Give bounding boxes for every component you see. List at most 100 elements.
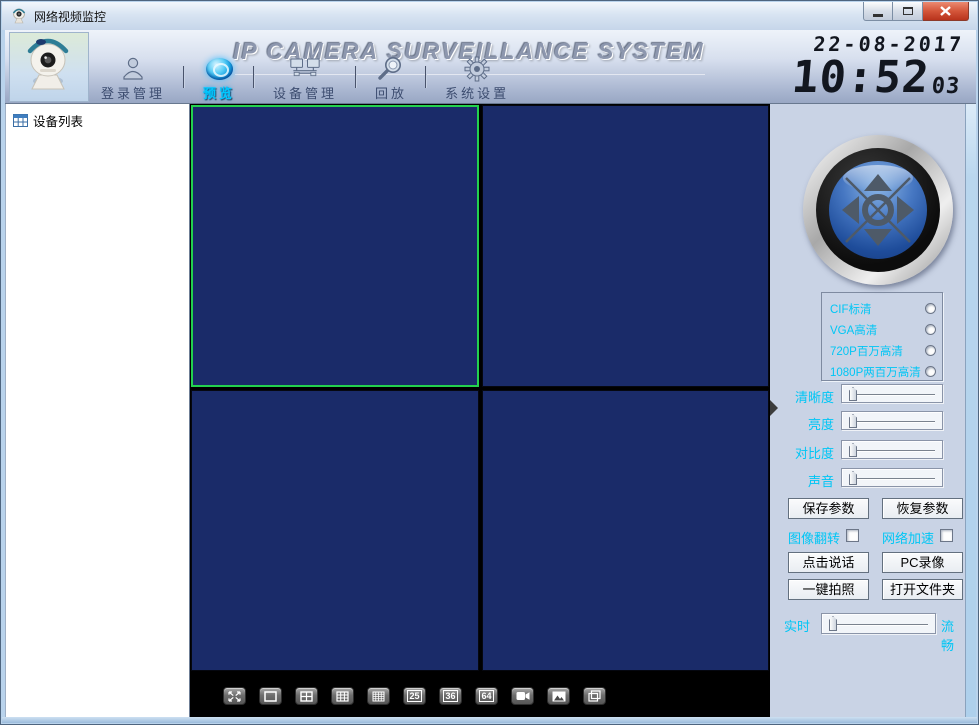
save-params-button[interactable]: 保存参数 [788,498,869,519]
contrast-label: 对比度 [794,446,834,461]
expand-view-button[interactable] [223,687,246,705]
device-list-root[interactable]: 设备列表 [6,104,189,130]
window-title: 网络视频监控 [34,9,107,24]
ptz-right-arrow [897,196,914,224]
resolution-option-720p[interactable]: 720P百万高清 [830,340,936,361]
preview-lens-icon [204,55,234,82]
brightness-slider[interactable] [841,411,943,430]
title-bar[interactable]: 网络视频监控 [2,2,977,30]
video-pane-2[interactable] [481,105,769,387]
layout-16-button[interactable] [367,687,390,705]
layout-25-button[interactable]: 25 [403,687,426,705]
slider-thumb[interactable] [849,471,857,485]
open-folder-button[interactable]: 打开文件夹 [882,579,963,600]
resolution-option-cif[interactable]: CIF标清 [830,298,936,319]
device-tree-panel: 设备列表 [5,104,190,719]
device-list-label: 设备列表 [33,115,84,129]
nav-label: 设备管理 [273,86,338,101]
close-button[interactable] [923,2,969,21]
ptz-pad [829,161,927,259]
layout-4-icon [300,690,313,702]
nav-playback[interactable]: 回放 [365,55,417,102]
video-grid [190,104,770,673]
resolution-box: CIF标清 VGA高清 720P百万高清 1080P两百万高清 [821,292,943,381]
layout-36-button[interactable]: 36 [439,687,462,705]
layout-toolbar: 25 36 64 [190,673,770,719]
minimize-icon [873,13,883,17]
layout-4-button[interactable] [295,687,318,705]
toolbar-separator [355,66,358,88]
sharpness-label: 清晰度 [794,390,834,405]
ptz-left-arrow [842,196,859,224]
contrast-slider[interactable] [841,440,943,459]
minimize-button[interactable] [863,2,893,21]
volume-slider[interactable] [841,468,943,487]
frames-icon [588,690,601,702]
slider-thumb[interactable] [849,387,857,401]
nav-label: 登录管理 [101,86,166,101]
layout-36-label: 36 [442,690,458,702]
app-logo [9,32,89,102]
fullscreen-button[interactable] [583,687,606,705]
resolution-label: CIF标清 [830,303,872,316]
ptz-joystick[interactable] [803,135,953,285]
radio-720p[interactable] [925,345,936,356]
pc-record-button[interactable]: PC录像 [882,552,963,573]
video-pane-1[interactable] [191,105,479,387]
image-flip-label: 图像翻转 [788,531,841,546]
resolution-option-vga[interactable]: VGA高清 [830,319,936,340]
talk-button[interactable]: 点击说话 [788,552,869,573]
monitors-icon [290,55,320,82]
nav-label: 回放 [375,86,408,101]
nav-login-management[interactable]: 登录管理 [91,55,175,102]
video-pane-3[interactable] [191,389,479,671]
resolution-label: VGA高清 [830,324,878,337]
maximize-icon [902,7,913,15]
webcam-logo-icon [27,38,69,90]
app-window: 网络视频监控 IP CAMERA SURVEILLANCE SYSTEM 登录管… [0,0,979,725]
picture-icon [552,691,565,701]
stream-slider[interactable] [821,613,936,634]
nav-preview[interactable]: 预览 [193,55,245,102]
layout-1-icon [264,690,277,702]
layout-64-button[interactable]: 64 [475,687,498,705]
slider-thumb[interactable] [849,414,857,428]
clock-time: 10:52 [789,52,932,103]
user-icon [118,55,148,82]
nav-system-settings[interactable]: 系统设置 [435,55,519,102]
close-icon [940,6,951,16]
radio-vga[interactable] [925,324,936,335]
radio-cif[interactable] [925,303,936,314]
slider-thumb[interactable] [829,616,837,631]
radio-1080p[interactable] [925,366,936,377]
network-accel-label: 网络加速 [882,531,935,546]
toolbar-separator [425,66,428,88]
network-accel-checkbox[interactable] [940,529,953,542]
window-frame-bottom [2,717,977,723]
layout-16-icon [372,691,385,701]
snapshot-key-button[interactable]: 一键拍照 [788,579,869,600]
snapshot-button[interactable] [547,687,570,705]
sharpness-slider[interactable] [841,384,943,403]
video-pane-4[interactable] [481,389,769,671]
slider-thumb[interactable] [849,443,857,457]
layout-1-button[interactable] [259,687,282,705]
resolution-option-1080p[interactable]: 1080P两百万高清 [830,361,936,382]
layout-25-label: 25 [406,690,422,702]
restore-params-button[interactable]: 恢复参数 [882,498,963,519]
toolbar-separator [183,66,186,88]
layout-9-button[interactable] [331,687,354,705]
nav-device-management[interactable]: 设备管理 [263,55,347,102]
record-button[interactable] [511,687,534,705]
header: IP CAMERA SURVEILLANCE SYSTEM 登录管理 预览 设备… [5,30,976,104]
digital-clock: 22-08-2017 10:52 03 [789,32,965,103]
brightness-label: 亮度 [807,417,834,432]
maximize-button[interactable] [893,2,923,21]
ptz-ring [816,148,940,272]
volume-label: 声音 [807,474,834,489]
realtime-label: 实时 [784,619,811,634]
image-flip-checkbox[interactable] [846,529,859,542]
device-list-icon [13,114,28,127]
layout-9-icon [336,690,349,702]
nav-label: 系统设置 [445,86,510,101]
